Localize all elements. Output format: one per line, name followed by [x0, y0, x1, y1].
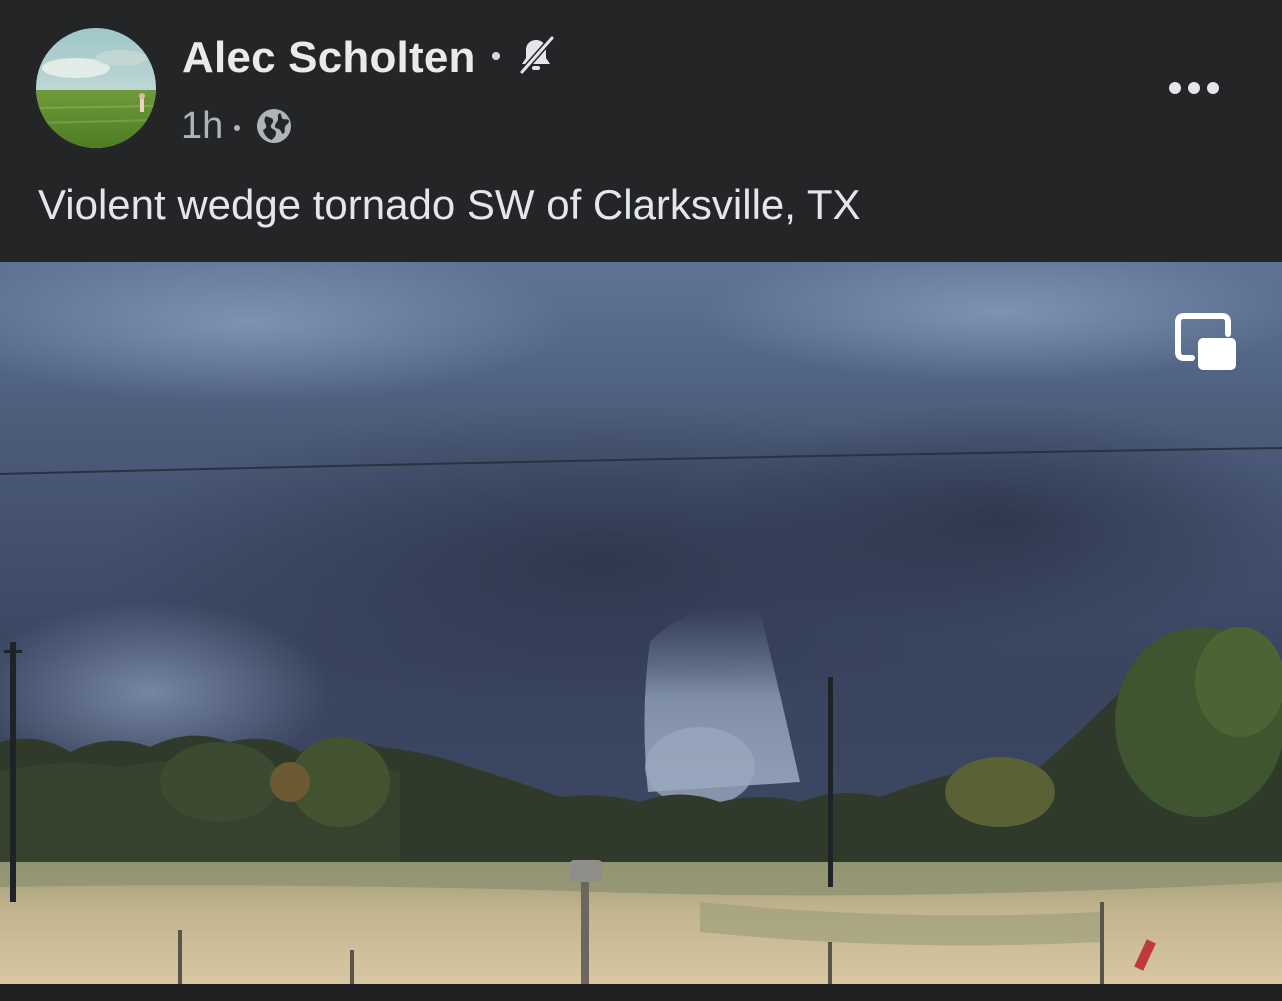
globe-icon [256, 108, 292, 144]
separator-dot [492, 52, 500, 60]
post-card: Alec Scholten 1h Violent wedge tornado S… [0, 0, 1282, 1001]
author-name[interactable]: Alec Scholten [182, 32, 476, 84]
post-video[interactable] [0, 262, 1282, 984]
picture-in-picture-icon [1175, 313, 1236, 370]
avatar[interactable] [36, 28, 156, 148]
video-frame [0, 262, 1282, 984]
more-horizontal-icon [1188, 82, 1200, 94]
post-footer-strip [0, 984, 1282, 1001]
separator-dot [234, 125, 240, 131]
avatar-image [36, 28, 156, 148]
bell-slash-icon [514, 34, 558, 78]
post-caption: Violent wedge tornado SW of Clarksville,… [38, 181, 861, 228]
more-horizontal-icon [1207, 82, 1219, 94]
more-horizontal-icon [1169, 82, 1181, 94]
post-header: Alec Scholten 1h Violent wedge tornado S… [0, 0, 1282, 262]
more-options-button[interactable] [1162, 70, 1226, 106]
post-timestamp[interactable]: 1h [181, 104, 223, 148]
picture-in-picture-button[interactable] [1174, 312, 1238, 372]
